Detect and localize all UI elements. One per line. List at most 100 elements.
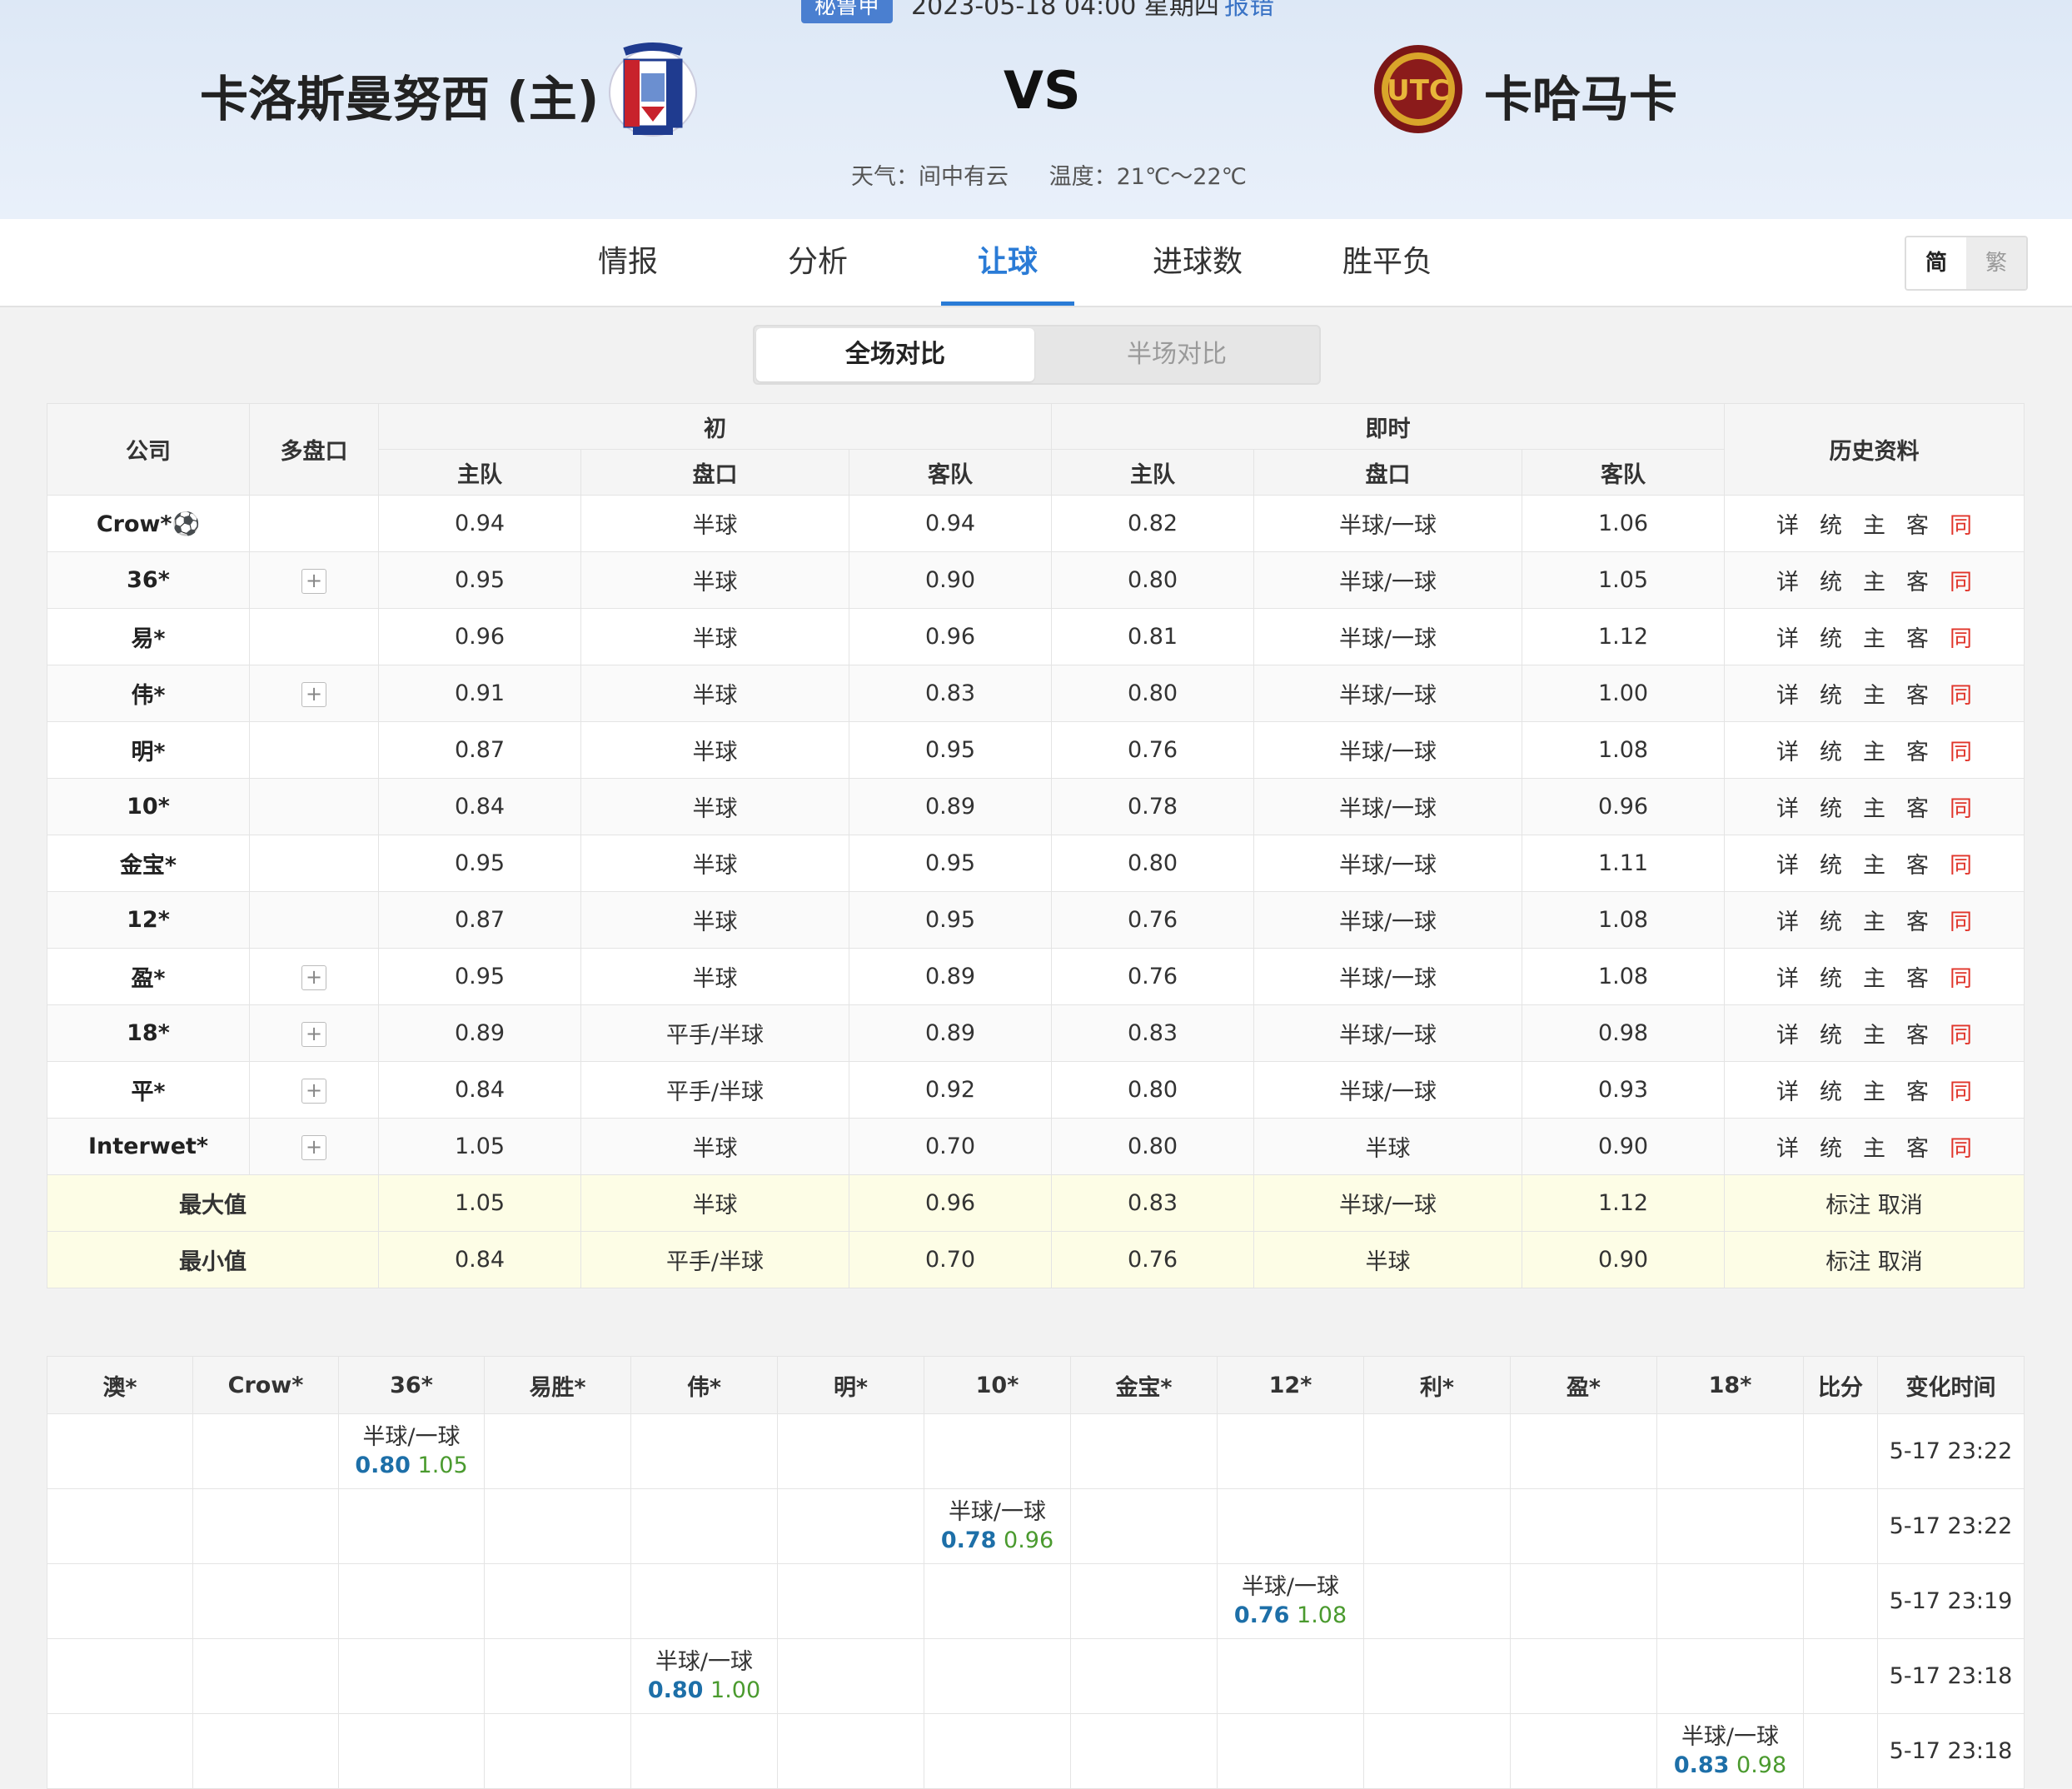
mark-cancel-action[interactable]: 标注 取消: [1724, 1174, 2025, 1232]
detail-link[interactable]: 详: [1766, 1074, 1810, 1106]
detail-link[interactable]: 详: [1766, 960, 1810, 993]
company-name[interactable]: 明*: [47, 721, 250, 779]
away-link[interactable]: 客: [1896, 507, 1940, 540]
home-team-logo[interactable]: [608, 40, 698, 145]
initial-home-odds: 0.87: [378, 721, 581, 779]
expand-plus-icon[interactable]: +: [301, 964, 326, 990]
away-link[interactable]: 客: [1896, 620, 1940, 653]
detail-link[interactable]: 详: [1766, 1130, 1810, 1163]
tab-handicap[interactable]: 让球: [941, 219, 1074, 306]
tab-info[interactable]: 情报: [561, 219, 695, 306]
detail-link[interactable]: 详: [1766, 790, 1810, 823]
company-name[interactable]: Interwet*: [47, 1118, 250, 1175]
away-link[interactable]: 客: [1896, 734, 1940, 766]
company-name[interactable]: 盈*: [47, 948, 250, 1005]
expand-plus-icon[interactable]: +: [301, 568, 326, 594]
company-name[interactable]: Crow*⚽: [47, 495, 250, 552]
report-error-link[interactable]: 报错: [1224, 0, 1274, 23]
same-link[interactable]: 同: [1940, 677, 1983, 710]
away-team-logo[interactable]: UTC: [1372, 43, 1464, 135]
away-link[interactable]: 客: [1896, 790, 1940, 823]
away-link[interactable]: 客: [1896, 564, 1940, 596]
live-home-odds: 0.80: [1051, 1118, 1255, 1175]
away-link[interactable]: 客: [1896, 1074, 1940, 1106]
detail-link[interactable]: 详: [1766, 847, 1810, 880]
home-team-name[interactable]: 卡洛斯曼努西 (主): [200, 60, 599, 130]
home-link[interactable]: 主: [1853, 677, 1896, 710]
company-name[interactable]: 平*: [47, 1061, 250, 1119]
home-link[interactable]: 主: [1853, 564, 1896, 596]
home-link[interactable]: 主: [1853, 790, 1896, 823]
away-link[interactable]: 客: [1896, 847, 1940, 880]
detail-link[interactable]: 详: [1766, 904, 1810, 936]
stats-link[interactable]: 统: [1810, 620, 1853, 653]
company-name[interactable]: 易*: [47, 608, 250, 665]
tab-goals[interactable]: 进球数: [1131, 219, 1264, 306]
away-link[interactable]: 客: [1896, 904, 1940, 936]
home-link[interactable]: 主: [1853, 1130, 1896, 1163]
empty-cell: [1070, 1413, 1218, 1489]
home-link[interactable]: 主: [1853, 904, 1896, 936]
same-link[interactable]: 同: [1940, 1017, 1983, 1049]
league-badge[interactable]: 秘鲁甲: [801, 0, 893, 23]
expand-plus-icon[interactable]: +: [301, 1021, 326, 1047]
detail-link[interactable]: 详: [1766, 564, 1810, 596]
expand-plus-icon[interactable]: +: [301, 1078, 326, 1104]
same-link[interactable]: 同: [1940, 507, 1983, 540]
mark-cancel-action[interactable]: 标注 取消: [1724, 1231, 2025, 1288]
half-match-compare-button[interactable]: 半场对比: [1038, 328, 1316, 381]
away-link[interactable]: 客: [1896, 677, 1940, 710]
company-name[interactable]: 12*: [47, 891, 250, 949]
home-link[interactable]: 主: [1853, 1074, 1896, 1106]
company-name[interactable]: 36*: [47, 551, 250, 609]
detail-link[interactable]: 详: [1766, 734, 1810, 766]
detail-link[interactable]: 详: [1766, 677, 1810, 710]
detail-link[interactable]: 详: [1766, 620, 1810, 653]
stats-link[interactable]: 统: [1810, 1074, 1853, 1106]
company-name[interactable]: 伟*: [47, 665, 250, 722]
away-link[interactable]: 客: [1896, 960, 1940, 993]
stats-link[interactable]: 统: [1810, 564, 1853, 596]
same-link[interactable]: 同: [1940, 847, 1983, 880]
away-link[interactable]: 客: [1896, 1130, 1940, 1163]
stats-link[interactable]: 统: [1810, 734, 1853, 766]
home-link[interactable]: 主: [1853, 734, 1896, 766]
stats-link[interactable]: 统: [1810, 1017, 1853, 1049]
away-link[interactable]: 客: [1896, 1017, 1940, 1049]
stats-link[interactable]: 统: [1810, 790, 1853, 823]
tab-analysis[interactable]: 分析: [751, 219, 884, 306]
same-link[interactable]: 同: [1940, 734, 1983, 766]
same-link[interactable]: 同: [1940, 620, 1983, 653]
home-link[interactable]: 主: [1853, 960, 1896, 993]
home-link[interactable]: 主: [1853, 847, 1896, 880]
stats-link[interactable]: 统: [1810, 960, 1853, 993]
stats-link[interactable]: 统: [1810, 507, 1853, 540]
same-link[interactable]: 同: [1940, 790, 1983, 823]
same-link[interactable]: 同: [1940, 1130, 1983, 1163]
stats-link[interactable]: 统: [1810, 1130, 1853, 1163]
simplified-chinese-button[interactable]: 简: [1906, 237, 1966, 289]
detail-link[interactable]: 详: [1766, 1017, 1810, 1049]
empty-cell: [1363, 1488, 1511, 1564]
tab-1x2[interactable]: 胜平负: [1321, 219, 1454, 306]
traditional-chinese-button[interactable]: 繁: [1966, 237, 2026, 289]
same-link[interactable]: 同: [1940, 1074, 1983, 1106]
full-match-compare-button[interactable]: 全场对比: [756, 328, 1034, 381]
same-link[interactable]: 同: [1940, 960, 1983, 993]
away-team-name[interactable]: 卡哈马卡: [1484, 60, 1677, 130]
company-name[interactable]: 10*: [47, 778, 250, 835]
expand-plus-icon[interactable]: +: [301, 1134, 326, 1160]
same-link[interactable]: 同: [1940, 904, 1983, 936]
home-link[interactable]: 主: [1853, 1017, 1896, 1049]
company-name[interactable]: 18*: [47, 1004, 250, 1062]
company-name[interactable]: 金宝*: [47, 835, 250, 892]
stats-link[interactable]: 统: [1810, 847, 1853, 880]
expand-plus-icon[interactable]: +: [301, 681, 326, 707]
same-link[interactable]: 同: [1940, 564, 1983, 596]
detail-link[interactable]: 详: [1766, 507, 1810, 540]
change-line: 半球/一球: [655, 1648, 754, 1675]
home-link[interactable]: 主: [1853, 507, 1896, 540]
stats-link[interactable]: 统: [1810, 677, 1853, 710]
stats-link[interactable]: 统: [1810, 904, 1853, 936]
home-link[interactable]: 主: [1853, 620, 1896, 653]
